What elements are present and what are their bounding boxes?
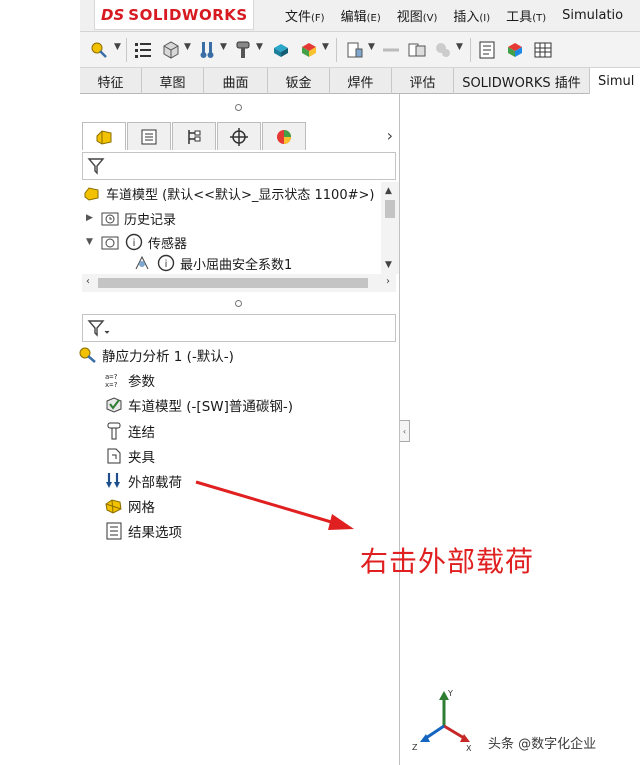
axis-triad-icon: Y X Z (412, 689, 472, 752)
annotation-text: 右击外部载荷 (360, 545, 535, 578)
svg-text:Z: Z (412, 743, 418, 752)
watermark: 头条 @数字化企业 (488, 737, 597, 752)
svg-text:X: X (466, 744, 472, 752)
svg-text:Y: Y (447, 689, 453, 698)
annotation-arrow (195, 480, 354, 530)
